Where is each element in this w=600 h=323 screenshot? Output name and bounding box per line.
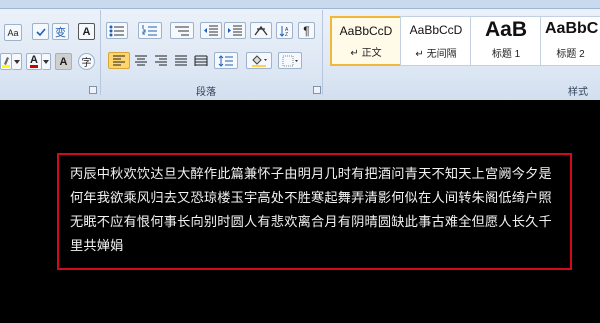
style-name: 标题 1 [491, 49, 521, 60]
show-marks-button[interactable]: ¶ [298, 22, 315, 39]
style-sample: AaBbCcD [339, 24, 393, 38]
sort-button[interactable]: AZ [276, 22, 293, 39]
distributed-align-icon [194, 55, 208, 66]
enclose-character-button[interactable]: 变 [52, 23, 69, 40]
change-case-button[interactable]: Aa [4, 24, 22, 41]
paragraph-dialog-launcher[interactable] [313, 86, 321, 94]
align-left-icon [113, 55, 125, 65]
highlighted-text-box: 丙辰中秋欢饮达旦大醉作此篇兼怀子由明月几时有把酒问青天不知天上宫阙今夕是何年我欲… [57, 153, 572, 270]
chinese-layout-button[interactable] [250, 22, 272, 39]
bullets-button[interactable] [106, 22, 128, 39]
font-color-button[interactable]: A [26, 53, 42, 70]
distributed-button[interactable] [192, 52, 210, 69]
numbering-button[interactable] [138, 22, 162, 39]
paragraph-group-label: 段落 [196, 87, 216, 98]
decrease-indent-button[interactable] [200, 22, 222, 39]
align-left-button[interactable] [108, 52, 130, 69]
sort-icon: AZ [279, 25, 289, 37]
phonetic-guide-icon [35, 27, 46, 36]
font-color-dropdown[interactable] [42, 53, 51, 70]
style-normal[interactable]: AaBbCcD ↵ 正文 [330, 16, 402, 66]
align-right-icon [155, 55, 167, 65]
borders-button[interactable] [278, 52, 302, 69]
line-spacing-icon [218, 54, 233, 67]
justify-button[interactable] [172, 52, 190, 69]
decrease-indent-icon [204, 25, 218, 35]
separator [322, 10, 323, 95]
svg-text:Z: Z [285, 32, 288, 37]
character-shading-button[interactable]: A [55, 53, 72, 70]
shading-button[interactable] [246, 52, 272, 69]
phonetic-guide-button[interactable] [32, 23, 49, 40]
bullet-list-icon [109, 25, 124, 36]
chinese-layout-icon [254, 25, 268, 35]
justify-icon [175, 55, 187, 65]
line-spacing-button[interactable] [214, 52, 238, 69]
style-heading-1[interactable]: AaB 标题 1 [470, 16, 542, 66]
align-right-button[interactable] [152, 52, 170, 69]
document-text[interactable]: 丙辰中秋欢饮达旦大醉作此篇兼怀子由明月几时有把酒问青天不知天上宫阙今夕是何年我欲… [70, 163, 565, 259]
numbered-list-icon [142, 24, 157, 35]
font-dialog-launcher[interactable] [89, 86, 97, 94]
highlight-color-button[interactable] [0, 53, 12, 70]
ribbon-tab-strip [0, 0, 600, 9]
multilevel-list-button[interactable] [170, 22, 194, 39]
increase-indent-icon [228, 25, 242, 35]
character-border-button[interactable]: A [78, 23, 95, 40]
borders-icon [282, 55, 298, 66]
increase-indent-button[interactable] [224, 22, 246, 39]
enclose-characters-button[interactable]: 字 [78, 53, 95, 70]
style-sample: AaB [484, 18, 527, 41]
align-center-icon [135, 55, 147, 65]
highlight-dropdown[interactable] [12, 53, 22, 70]
style-sample: AaBbCcD [409, 23, 463, 37]
align-center-button[interactable] [132, 52, 150, 69]
chevron-down-icon [43, 59, 49, 64]
style-name: 标题 2 [556, 49, 585, 60]
paint-bucket-icon [252, 55, 267, 67]
styles-group-label: 样式 [568, 87, 588, 98]
separator [100, 10, 101, 95]
multilevel-list-icon [175, 26, 189, 35]
style-sample: AaBbC [545, 20, 599, 37]
style-heading-2[interactable]: AaBbC 标题 2 [540, 16, 600, 66]
style-no-spacing[interactable]: AaBbCcD ↵ 无间隔 [400, 16, 472, 66]
style-name: ↵ 正文 [350, 48, 382, 59]
chevron-down-icon [13, 59, 20, 64]
style-name: ↵ 无间隔 [415, 49, 457, 60]
highlighter-icon [2, 56, 10, 68]
ribbon: Aa 变 A A A 字 AZ ¶ 段落 AaBbCcD ↵ 正文 AaBbCc… [0, 0, 600, 100]
